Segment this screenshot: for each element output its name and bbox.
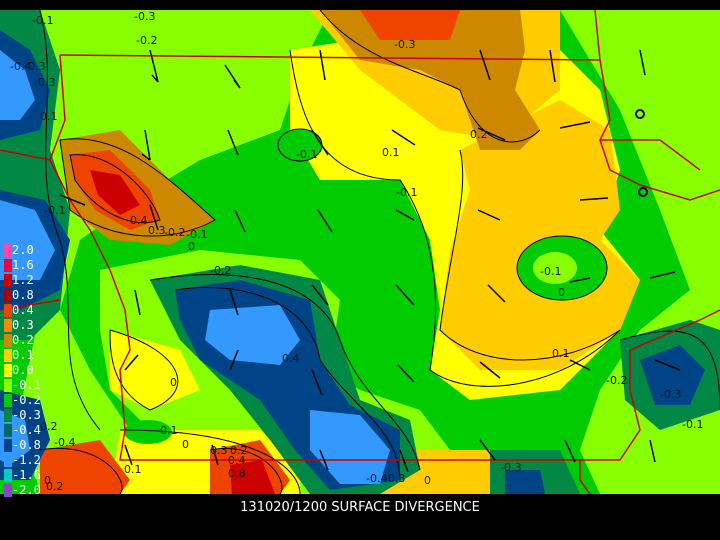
contour-label: 0.8 — [228, 467, 246, 480]
contour-label: -0.3 — [384, 472, 405, 485]
legend-swatch — [4, 289, 12, 302]
legend-swatch — [4, 394, 12, 407]
contour-label: -0.1 — [296, 148, 317, 161]
contour-label: -0.2 — [210, 264, 231, 277]
legend-swatch — [4, 274, 12, 287]
legend-swatch — [4, 379, 12, 392]
legend-swatch — [4, 304, 12, 317]
contour-label: 0.4 — [228, 454, 246, 467]
contour-label: -0.1 — [396, 186, 417, 199]
legend-label: -0.1 — [12, 378, 41, 392]
color-legend: 2.0 1.6 1.2 0.8 0.4 0.3 0.2 0.1 0.0 -0.1 -0.2 -0.3-… — [0, 244, 44, 516]
legend-label: 0.8 — [12, 288, 34, 302]
contour-label: 0 — [170, 376, 177, 389]
legend-label: 1.2 — [12, 273, 34, 287]
contour-label: -0.2 — [164, 226, 185, 239]
legend-label: 1.6 — [12, 258, 34, 272]
legend-label: 0.1 — [12, 348, 34, 362]
contour-label: -0.1 — [44, 204, 65, 217]
contour-label: 0.1 — [552, 347, 570, 360]
map-title: 131020/1200 SURFACE DIVERGENCE — [240, 500, 480, 515]
contour-label: -0.3 — [394, 38, 415, 51]
contour-label: -0.3 — [134, 10, 155, 23]
contour-label: 0 — [188, 240, 195, 253]
legend-swatch — [4, 409, 12, 422]
contour-label: -0.3 — [500, 461, 521, 474]
legend-label: -1.6 — [12, 468, 41, 482]
legend-swatch — [4, 334, 12, 347]
legend-swatch — [4, 424, 12, 437]
legend-label: -0.3 — [12, 408, 41, 422]
legend-swatch — [4, 259, 12, 272]
legend-label: 0.0 — [12, 363, 34, 377]
legend-swatch — [4, 439, 12, 452]
contour-label: -0.3 — [34, 76, 55, 89]
legend-label: -2.0 — [12, 483, 41, 497]
contour-label: 0.3 — [148, 224, 166, 237]
legend-label: -0.8 — [12, 438, 41, 452]
contour-label: 0.2 — [470, 128, 488, 141]
contour-label: 0 — [182, 438, 189, 451]
legend-swatch — [4, 484, 12, 497]
divergence-map: -0.1 -0.3 -0.2 -0.4 -0.3 -0.3 0.2 0.1 -0… — [0, 10, 720, 494]
contour-label: 0 — [558, 286, 565, 299]
contour-label: 0.3 — [210, 444, 228, 457]
legend-label: 0.4 — [12, 303, 34, 317]
contour-label: 0.1 — [40, 110, 58, 123]
contour-label: -0.1 — [540, 265, 561, 278]
legend-label: 0.3 — [12, 318, 34, 332]
contour-label: -0.1 — [156, 424, 177, 437]
contour-label: -0.4 — [54, 436, 75, 449]
contour-label: -0.3 — [660, 388, 681, 401]
legend-swatch — [4, 454, 12, 467]
legend-label: -1.2 — [12, 453, 41, 467]
legend-swatch — [4, 244, 12, 257]
legend-swatch — [4, 364, 12, 377]
legend-swatch — [4, 319, 12, 332]
contour-label: 0 — [424, 474, 431, 487]
legend-label: -0.4 — [12, 423, 41, 437]
contour-label: -0.1 — [682, 418, 703, 431]
legend-swatch — [4, 349, 12, 362]
contour-label: 0.4 — [130, 214, 148, 227]
legend-label: -0.2 — [12, 393, 41, 407]
contour-label: -0.2 — [606, 374, 627, 387]
contour-label: 0.2 — [46, 480, 64, 493]
contour-label: 0.1 — [124, 463, 142, 476]
contour-label: -0.1 — [32, 14, 53, 27]
contour-label: 0.1 — [382, 146, 400, 159]
legend-label: 2.0 — [12, 243, 34, 257]
legend-label: 0.2 — [12, 333, 34, 347]
contour-label: 0.4 — [282, 352, 300, 365]
contour-label: -0.2 — [136, 34, 157, 47]
contour-label: -0.3 — [24, 60, 45, 73]
legend-swatch — [4, 469, 12, 482]
